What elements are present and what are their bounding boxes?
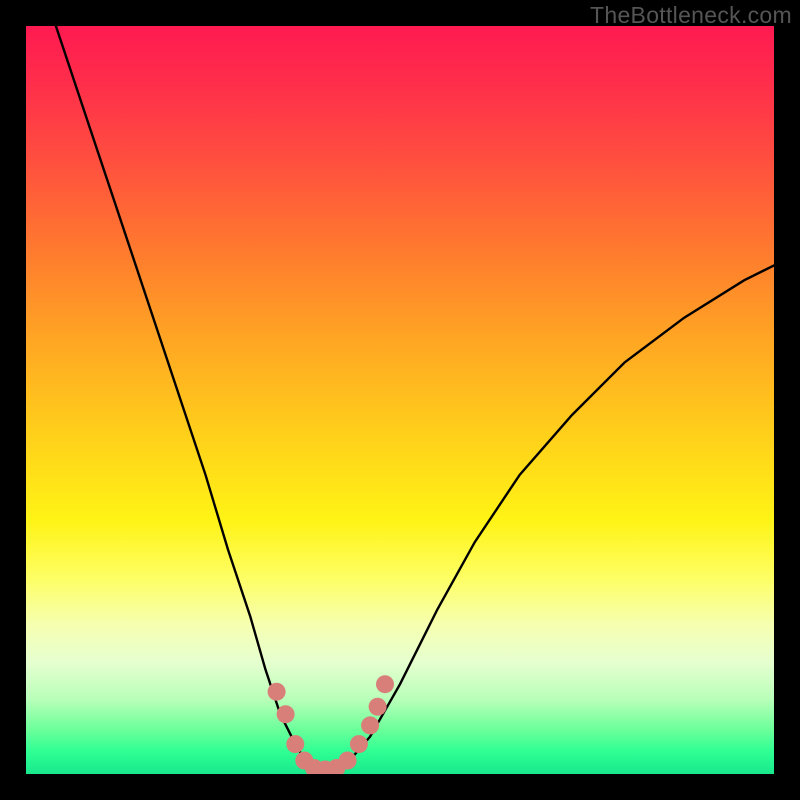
watermark-text: TheBottleneck.com [590, 2, 792, 29]
plot-area [26, 26, 774, 774]
highlight-dot [376, 675, 394, 693]
highlight-dot [350, 735, 368, 753]
chart-svg [26, 26, 774, 774]
chart-frame: TheBottleneck.com [0, 0, 800, 800]
highlight-dot [361, 716, 379, 734]
bottleneck-curve [56, 26, 774, 770]
highlight-dot [339, 752, 357, 770]
highlight-dot [369, 698, 387, 716]
highlight-dot [286, 735, 304, 753]
highlight-dot [268, 683, 286, 701]
highlight-dot [277, 705, 295, 723]
